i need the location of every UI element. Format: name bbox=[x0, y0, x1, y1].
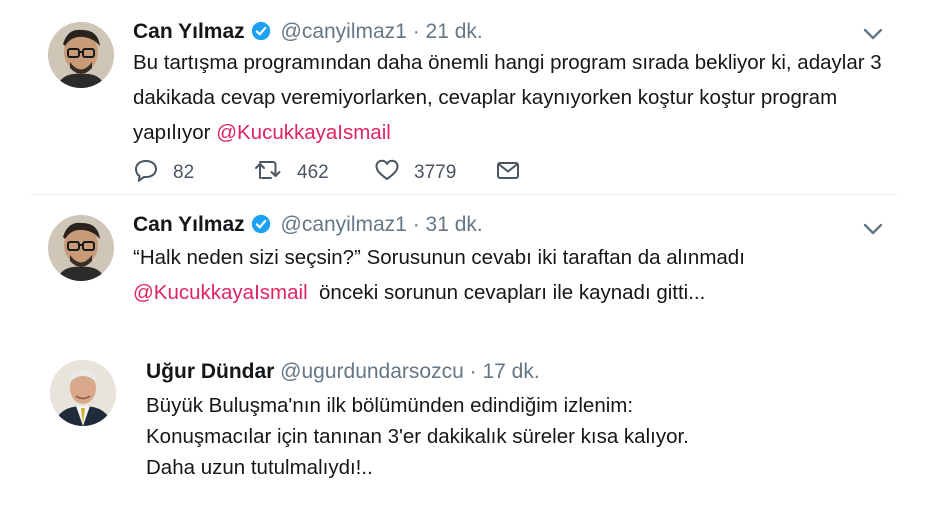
author-handle[interactable]: @canyilmaz1 bbox=[281, 20, 407, 43]
chevron-down-icon[interactable] bbox=[862, 26, 884, 47]
tweet-2[interactable]: Can Yılmaz @canyilmaz1 · 31 dk. “Halk ne… bbox=[0, 195, 950, 335]
separator-dot: · bbox=[412, 20, 420, 43]
tweet-line-text: önceki sorunun cevapları ile kaynadı git… bbox=[319, 281, 706, 304]
tweet-timestamp[interactable]: 17 dk. bbox=[482, 360, 539, 383]
tweet-header: Uğur Dündar @ugurdundarsozcu · 17 dk. bbox=[146, 360, 540, 384]
tweet-line: “Halk neden sizi seçsin?” Sorusunun ceva… bbox=[133, 246, 745, 269]
tweet-3[interactable]: Uğur Dündar @ugurdundarsozcu · 17 dk. Bü… bbox=[0, 335, 950, 522]
verified-badge-icon bbox=[251, 214, 271, 240]
tweet-line: Daha uzun tutulmalıydı!.. bbox=[146, 456, 373, 479]
tweet-text: Bu tartışma programından daha önemli han… bbox=[133, 45, 882, 150]
direct-message-button[interactable] bbox=[495, 158, 521, 188]
retweet-count: 462 bbox=[297, 162, 329, 183]
chevron-down-icon[interactable] bbox=[862, 221, 884, 242]
separator-dot: · bbox=[469, 360, 477, 383]
tweet-line: dakikada cevap veremiyorlarken, cevaplar… bbox=[133, 86, 838, 109]
tweet-header: Can Yılmaz @canyilmaz1 · 21 dk. bbox=[133, 20, 483, 47]
mention-link[interactable]: @KucukkayaIsmail bbox=[216, 121, 391, 144]
verified-badge-icon bbox=[251, 21, 271, 47]
tweet-header: Can Yılmaz @canyilmaz1 · 31 dk. bbox=[133, 213, 483, 240]
like-button[interactable]: 3779 bbox=[374, 158, 456, 188]
tweet-line: Büyük Buluşma'nın ilk bölümünden edindiğ… bbox=[146, 394, 634, 417]
tweet-line: Konuşmacılar için tanınan 3'er dakikalık… bbox=[146, 425, 689, 448]
reply-icon bbox=[133, 158, 159, 188]
tweet-line: @KucukkayaIsmail önceki sorunun cevaplar… bbox=[133, 275, 745, 310]
tweet-1[interactable]: Can Yılmaz @canyilmaz1 · 21 dk. Bu tartı… bbox=[0, 0, 950, 195]
author-handle[interactable]: @canyilmaz1 bbox=[281, 213, 407, 236]
retweet-icon bbox=[253, 158, 283, 188]
separator-dot: · bbox=[412, 213, 420, 236]
author-name[interactable]: Can Yılmaz bbox=[133, 20, 245, 43]
avatar-can-yilmaz[interactable] bbox=[48, 22, 114, 88]
tweet-line: yapılıyor @KucukkayaIsmail bbox=[133, 115, 882, 150]
reply-button[interactable]: 82 bbox=[133, 158, 194, 188]
author-handle[interactable]: @ugurdundarsozcu bbox=[280, 360, 464, 383]
heart-icon bbox=[374, 158, 400, 188]
tweet-text: “Halk neden sizi seçsin?” Sorusunun ceva… bbox=[133, 240, 745, 310]
tweet-line: Bu tartışma programından daha önemli han… bbox=[133, 51, 882, 74]
tweet-line-text: yapılıyor bbox=[133, 121, 211, 144]
tweet-timestamp[interactable]: 31 dk. bbox=[426, 213, 483, 236]
reply-count: 82 bbox=[173, 162, 195, 183]
avatar-ugur-dundar[interactable] bbox=[50, 360, 116, 426]
mention-link[interactable]: @KucukkayaIsmail bbox=[133, 281, 308, 304]
author-name[interactable]: Uğur Dündar bbox=[146, 360, 274, 383]
avatar-can-yilmaz[interactable] bbox=[48, 215, 114, 281]
tweet-text: Büyük Buluşma'nın ilk bölümünden edindiğ… bbox=[146, 390, 689, 483]
tweet-timestamp[interactable]: 21 dk. bbox=[426, 20, 483, 43]
retweet-button[interactable]: 462 bbox=[253, 158, 329, 188]
author-name[interactable]: Can Yılmaz bbox=[133, 213, 245, 236]
envelope-icon bbox=[495, 158, 521, 188]
like-count: 3779 bbox=[414, 162, 457, 183]
